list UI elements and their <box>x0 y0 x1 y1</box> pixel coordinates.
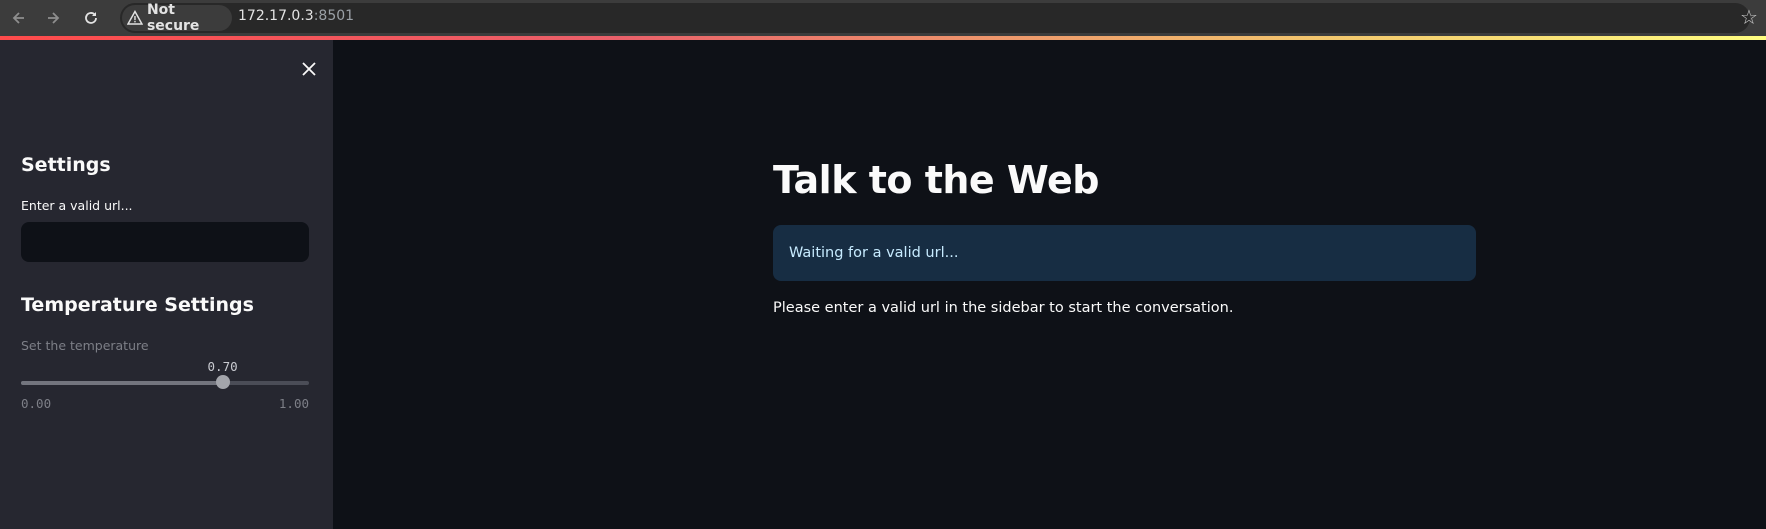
sidebar: Settings Enter a valid url... Temperatur… <box>0 40 333 529</box>
temperature-label: Set the temperature <box>21 338 149 353</box>
temperature-slider-value: 0.70 <box>207 359 238 374</box>
browser-toolbar: Not secure 172.17.0.3:8501 ☆ <box>0 0 1766 36</box>
back-arrow-icon[interactable] <box>6 6 32 30</box>
url-port: :8501 <box>313 8 355 24</box>
temperature-slider-track[interactable] <box>21 381 309 385</box>
reload-icon[interactable] <box>78 6 104 30</box>
url-host: 172.17.0.3 <box>238 8 314 24</box>
temperature-slider-fill <box>21 381 223 385</box>
close-sidebar-icon[interactable] <box>296 56 322 82</box>
temperature-slider-min: 0.00 <box>21 396 52 411</box>
info-alert: Waiting for a valid url... <box>773 225 1476 281</box>
url-input[interactable] <box>21 222 309 262</box>
info-alert-text: Waiting for a valid url... <box>789 245 959 261</box>
security-label: Not secure <box>146 2 200 34</box>
url-text[interactable]: 172.17.0.3:8501 <box>238 8 354 24</box>
url-input-label: Enter a valid url... <box>21 198 133 213</box>
instruction-text: Please enter a valid url in the sidebar … <box>773 300 1234 316</box>
forward-arrow-icon[interactable] <box>40 6 66 30</box>
temperature-heading: Temperature Settings <box>21 294 254 316</box>
page-title: Talk to the Web <box>773 158 1099 202</box>
settings-heading: Settings <box>21 154 111 176</box>
temperature-slider-max: 1.00 <box>278 396 309 411</box>
address-bar[interactable] <box>120 3 1750 33</box>
warning-triangle-icon <box>127 10 143 25</box>
security-indicator[interactable]: Not secure <box>122 2 232 34</box>
temperature-slider-thumb[interactable] <box>215 375 230 389</box>
bookmark-star-icon[interactable]: ☆ <box>1740 5 1758 29</box>
